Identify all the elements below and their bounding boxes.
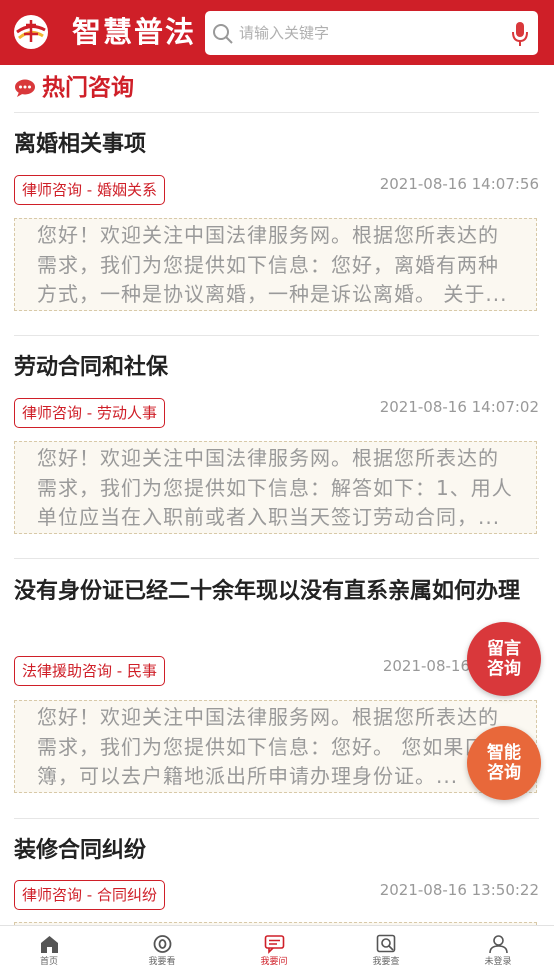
category-tag: 律师咨询 - 合同纠纷 xyxy=(14,880,165,910)
nav-label: 首页 xyxy=(39,957,58,967)
post-excerpt: 您好！欢迎关注中国法律服务网。根据您所表达的需求，我们为您提供如下信息：您好，离… xyxy=(14,218,537,311)
post-excerpt: 您好！欢迎关注中国法律服务网。根据您所表达的需求，我们为您提供如下信息：解答如下… xyxy=(14,441,537,534)
post-timestamp: 2021-08-16 14:07:56 xyxy=(379,175,539,193)
search-bar[interactable] xyxy=(205,11,538,55)
consultation-item[interactable]: 没有身份证已经二十余年现以没有直系亲属如何办理 法律援助咨询 - 民事 2021… xyxy=(14,574,539,799)
nav-item-watch[interactable]: 我要看 xyxy=(107,926,217,970)
consultation-item[interactable]: 装修合同纠纷 律师咨询 - 合同纠纷 2021-08-16 13:50:22 xyxy=(14,833,539,925)
divider xyxy=(14,818,539,819)
nav-label: 未登录 xyxy=(484,957,512,967)
post-timestamp: 2021-08-16 14:07:02 xyxy=(379,398,539,416)
home-icon xyxy=(41,936,58,953)
post-title[interactable]: 没有身份证已经二十余年现以没有直系亲属如何办理 xyxy=(14,574,524,609)
logo-icon xyxy=(14,15,48,49)
divider xyxy=(14,112,539,113)
post-timestamp: 2021-08-16 xyxy=(382,657,470,675)
search-input[interactable] xyxy=(239,18,499,48)
post-title[interactable]: 离婚相关事项 xyxy=(14,127,524,162)
category-tag: 律师咨询 - 劳动人事 xyxy=(14,398,165,428)
eye-icon xyxy=(153,935,172,953)
divider xyxy=(14,335,539,336)
microphone-icon[interactable] xyxy=(511,21,529,47)
excerpt-text: 您好！欢迎关注中国法律服务网。根据您所表达的需求，我们为您提供如下信息：解答如下… xyxy=(37,446,513,529)
consultation-item[interactable]: 离婚相关事项 律师咨询 - 婚姻关系 2021-08-16 14:07:56 您… xyxy=(14,127,539,317)
nav-item-ask[interactable]: 我要问 xyxy=(219,926,329,970)
nav-item-home[interactable]: 首页 xyxy=(0,926,104,970)
app-title: 智慧普法 xyxy=(72,15,197,49)
consultation-item[interactable]: 劳动合同和社保 律师咨询 - 劳动人事 2021-08-16 14:07:02 … xyxy=(14,350,539,540)
app-header: 智慧普法 xyxy=(0,0,554,65)
nav-label: 我要看 xyxy=(148,957,176,967)
leave-message-button[interactable]: 留言咨询 xyxy=(467,622,541,696)
category-tag: 律师咨询 - 婚姻关系 xyxy=(14,175,165,205)
chat-icon xyxy=(264,935,285,954)
leave-message-label: 留言咨询 xyxy=(487,639,521,679)
search-icon xyxy=(213,24,233,44)
smart-consult-button[interactable]: 智能咨询 xyxy=(467,726,541,800)
user-icon xyxy=(489,935,508,954)
chat-bubbles-icon xyxy=(15,79,35,97)
post-timestamp: 2021-08-16 13:50:22 xyxy=(379,881,539,899)
nav-item-lookup[interactable]: 我要查 xyxy=(331,926,441,970)
section-title: 热门咨询 xyxy=(42,75,134,101)
excerpt-text: 您好！欢迎关注中国法律服务网。根据您所表达的需求，我们为您提供如下信息：您好。 … xyxy=(37,705,499,788)
divider xyxy=(14,558,539,559)
nav-item-profile[interactable]: 未登录 xyxy=(443,926,553,970)
nav-label: 我要查 xyxy=(372,957,400,967)
category-tag: 法律援助咨询 - 民事 xyxy=(14,656,165,686)
bottom-nav: 首页 我要看 我要问 我要查 未登录 xyxy=(0,925,554,969)
nav-label: 我要问 xyxy=(260,957,288,967)
smart-consult-label: 智能咨询 xyxy=(487,743,521,783)
search-doc-icon xyxy=(376,934,396,953)
post-title[interactable]: 劳动合同和社保 xyxy=(14,350,524,385)
excerpt-text: 您好！欢迎关注中国法律服务网。根据您所表达的需求，我们为您提供如下信息：您好，离… xyxy=(37,223,508,306)
post-title[interactable]: 装修合同纠纷 xyxy=(14,833,524,868)
post-excerpt: 您好！欢迎关注中国法律服务网。根据您所表达的需求，我们为您提供如下信息：您好。 … xyxy=(14,700,537,793)
section-header: 热门咨询 xyxy=(0,66,554,112)
